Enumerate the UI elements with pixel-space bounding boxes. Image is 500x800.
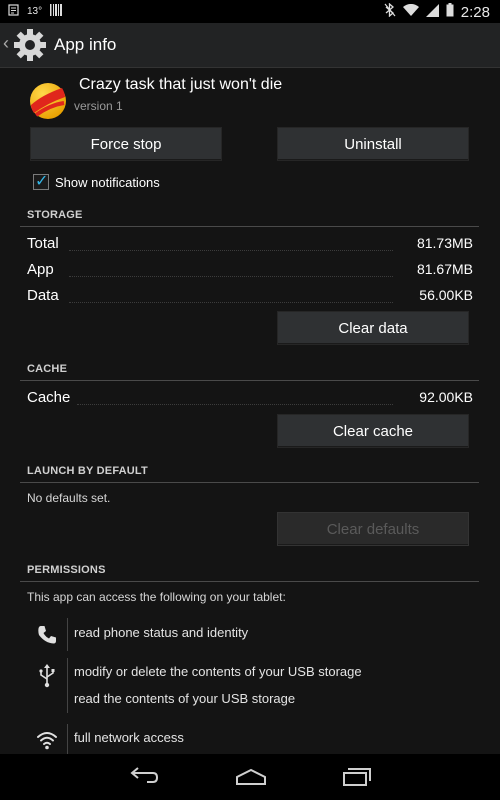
permission-usb-read: read the contents of your USB storage	[74, 691, 296, 706]
clear-cache-button[interactable]: Clear cache	[277, 414, 469, 448]
checkmark-icon: ✓	[35, 173, 49, 190]
permission-network: full network access	[74, 730, 184, 745]
launch-by-default-divider	[20, 482, 479, 483]
permissions-section-title: PERMISSIONS	[27, 564, 106, 576]
storage-divider	[20, 226, 479, 227]
page-title: App info	[54, 35, 117, 54]
cache-value: 92.00KB	[419, 389, 473, 405]
temperature-text: 13°	[27, 6, 43, 17]
storage-app-label: App	[27, 261, 54, 278]
action-bar: ‹ App info	[0, 23, 500, 68]
notification-icon	[8, 4, 19, 19]
clock: 2:28	[460, 3, 490, 21]
storage-section-title: STORAGE	[27, 209, 83, 221]
cache-row: Cache 92.00KB	[27, 389, 473, 409]
permissions-intro-text: This app can access the following on you…	[27, 590, 286, 604]
permissions-divider	[20, 581, 479, 582]
show-notifications-checkbox[interactable]: ✓	[33, 173, 49, 190]
storage-data-label: Data	[27, 287, 59, 304]
clear-defaults-button[interactable]: Clear defaults	[277, 512, 469, 546]
launch-by-default-section-title: LAUNCH BY DEFAULT	[27, 465, 148, 477]
bluetooth-off-icon	[384, 2, 396, 21]
home-icon[interactable]	[235, 768, 267, 791]
permission-phone-status: read phone status and identity	[74, 625, 249, 640]
up-navigation-icon[interactable]: ‹	[3, 33, 9, 54]
clear-data-button[interactable]: Clear data	[277, 311, 469, 345]
app-version: version 1	[74, 99, 123, 113]
wifi-icon	[36, 729, 58, 751]
navigation-bar	[0, 754, 500, 800]
barcode-icon	[50, 4, 63, 19]
cache-label: Cache	[27, 389, 71, 406]
storage-data-value: 56.00KB	[419, 287, 473, 303]
settings-gear-icon[interactable]	[12, 27, 48, 68]
wifi-signal-icon	[402, 3, 419, 21]
force-stop-button[interactable]: Force stop	[30, 127, 222, 161]
recent-apps-icon[interactable]	[342, 767, 372, 792]
storage-row-total: Total 81.73MB	[27, 235, 473, 255]
status-bar: 13° 2:28	[0, 0, 500, 23]
phone-icon	[36, 624, 58, 646]
storage-total-label: Total	[27, 235, 59, 252]
cell-signal-icon	[425, 3, 439, 21]
usb-icon	[36, 664, 58, 688]
storage-row-data: Data 56.00KB	[27, 287, 473, 307]
show-notifications-row[interactable]: ✓ Show notifications	[33, 173, 160, 190]
cache-divider	[20, 380, 479, 381]
permission-usb-modify: modify or delete the contents of your US…	[74, 664, 362, 679]
back-icon[interactable]	[129, 766, 159, 791]
app-info-content[interactable]: Crazy task that just won't die version 1…	[0, 68, 500, 754]
storage-row-app: App 81.67MB	[27, 261, 473, 281]
storage-total-value: 81.73MB	[416, 235, 473, 251]
app-icon	[28, 81, 68, 121]
storage-app-value: 81.67MB	[416, 261, 473, 277]
app-name: Crazy task that just won't die	[79, 76, 283, 93]
battery-icon	[446, 3, 454, 21]
no-defaults-text: No defaults set.	[27, 491, 111, 505]
uninstall-button[interactable]: Uninstall	[277, 127, 469, 161]
cache-section-title: CACHE	[27, 363, 68, 375]
show-notifications-label: Show notifications	[55, 174, 160, 190]
